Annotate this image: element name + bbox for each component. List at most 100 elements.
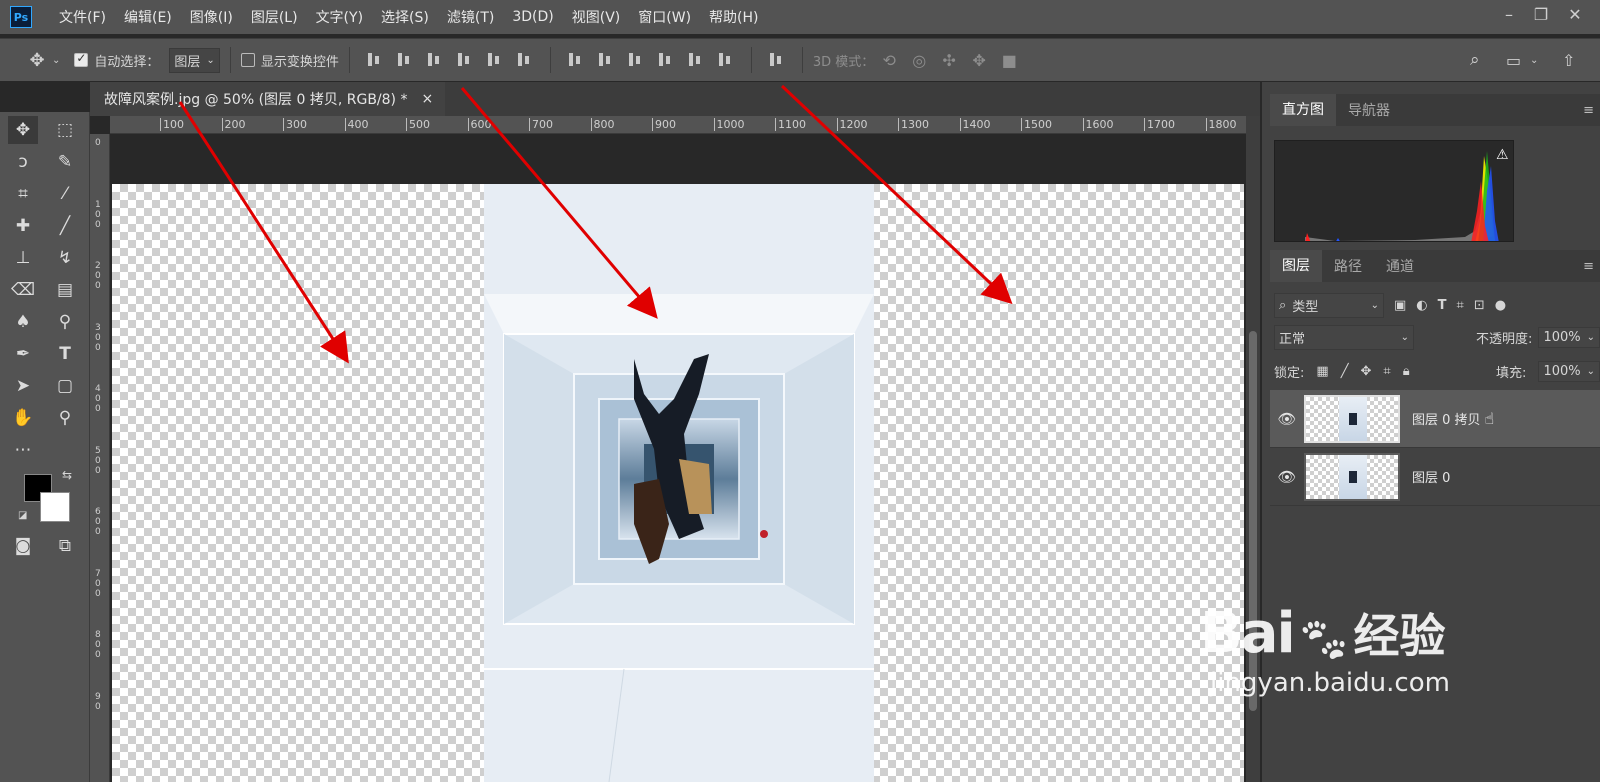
eye-icon[interactable]: 👁︎ [1270, 468, 1304, 486]
distribute-hcenter-icon[interactable] [685, 50, 707, 70]
lock-transparent-icon[interactable]: ▦ [1316, 364, 1328, 379]
path-select-tool-icon[interactable]: ➤ [8, 372, 38, 400]
swap-colors-icon[interactable]: ⇆ [62, 468, 72, 482]
auto-select-dropdown[interactable]: 图层 ⌄ [169, 47, 220, 73]
3d-roll-icon[interactable]: ◎ [904, 51, 934, 70]
3d-pan-icon[interactable]: ✣ [934, 51, 964, 70]
quick-mask-icon[interactable]: ◙ [8, 532, 38, 560]
gradient-tool-icon[interactable]: ▤ [50, 276, 80, 304]
move-tool-icon[interactable]: ✥ [8, 116, 38, 144]
close-tab-icon[interactable]: × [421, 91, 433, 107]
distribute-bottom-icon[interactable] [625, 50, 647, 70]
align-left-icon[interactable] [454, 50, 476, 70]
tab-paths[interactable]: 路径 [1322, 256, 1374, 276]
3d-orbit-icon[interactable]: ⟲ [874, 51, 904, 70]
distribute-right-icon[interactable] [715, 50, 737, 70]
menu-filter[interactable]: 滤镜(T) [438, 7, 503, 27]
align-right-icon[interactable] [514, 50, 536, 70]
filter-smart-object-icon[interactable]: ⊡ [1474, 298, 1485, 313]
history-brush-tool-icon[interactable]: ↯ [50, 244, 80, 272]
menu-edit[interactable]: 编辑(E) [115, 7, 181, 27]
shape-tool-icon[interactable]: ▢ [50, 372, 80, 400]
filter-type-icon[interactable]: T [1438, 298, 1447, 313]
align-bottom-icon[interactable] [424, 50, 446, 70]
auto-select-checkbox[interactable] [74, 51, 89, 67]
distribute-vcenter-icon[interactable] [595, 50, 617, 70]
menu-view[interactable]: 视图(V) [563, 7, 630, 27]
zoom-tool-icon[interactable]: ⚲ [50, 404, 80, 432]
quick-select-tool-icon[interactable]: ✎ [50, 148, 80, 176]
share-icon[interactable]: ⇧ [1562, 51, 1575, 70]
healing-brush-tool-icon[interactable]: ✚ [8, 212, 38, 240]
align-vcenter-icon[interactable] [394, 50, 416, 70]
lock-all-icon[interactable]: 🔒︎ [1403, 364, 1410, 379]
move-tool-icon[interactable]: ✥ [22, 50, 52, 71]
filter-pixel-icon[interactable]: ▣ [1394, 298, 1406, 313]
align-top-icon[interactable] [364, 50, 386, 70]
3d-scale-icon[interactable]: ■ [994, 51, 1024, 70]
more-tools-icon[interactable]: ⋯ [8, 436, 38, 464]
distribute-left-icon[interactable] [655, 50, 677, 70]
eyedropper-tool-icon[interactable]: ⁄ [50, 180, 80, 208]
chevron-down-icon[interactable]: ⌄ [52, 55, 60, 66]
document-photo[interactable] [484, 184, 874, 782]
restore-icon[interactable]: ❐ [1528, 4, 1554, 26]
document-tab[interactable]: 故障风案例.jpg @ 50% (图层 0 拷贝, RGB/8) * × [90, 82, 445, 116]
marquee-tool-icon[interactable]: ⬚ [50, 116, 80, 144]
blend-mode-dropdown[interactable]: 正常 ⌄ [1274, 324, 1414, 350]
crop-tool-icon[interactable]: ⌗ [8, 180, 38, 208]
panel-menu-icon[interactable]: ≡ [1583, 259, 1594, 274]
menu-help[interactable]: 帮助(H) [700, 7, 767, 27]
panel-menu-icon[interactable]: ≡ [1583, 103, 1594, 118]
opacity-field[interactable]: 100% ⌄ [1538, 326, 1600, 348]
filter-adjustment-icon[interactable]: ◐ [1416, 298, 1427, 313]
menu-image[interactable]: 图像(I) [181, 7, 242, 27]
auto-align-icon[interactable] [766, 50, 788, 70]
warning-icon[interactable]: ⚠ [1496, 147, 1509, 163]
filter-toggle-icon[interactable]: ● [1495, 298, 1506, 313]
pen-tool-icon[interactable]: ✒ [8, 340, 38, 368]
canvas-workspace[interactable] [110, 134, 1246, 782]
tab-navigator[interactable]: 导航器 [1336, 100, 1402, 120]
canvas-transparent-area[interactable] [112, 184, 1244, 782]
eraser-tool-icon[interactable]: ⌫ [8, 276, 38, 304]
lock-paint-icon[interactable]: ╱ [1341, 364, 1349, 379]
menu-3d[interactable]: 3D(D) [503, 9, 562, 25]
3d-slide-icon[interactable]: ✥ [964, 51, 994, 70]
menu-file[interactable]: 文件(F) [50, 7, 115, 27]
screen-mode-icon[interactable]: ⧉ [50, 532, 80, 560]
tab-layers[interactable]: 图层 [1270, 250, 1322, 282]
show-transform-checkbox[interactable] [240, 53, 255, 67]
dodge-tool-icon[interactable]: ⚲ [50, 308, 80, 336]
menu-type[interactable]: 文字(Y) [307, 7, 372, 27]
brush-tool-icon[interactable]: ╱ [50, 212, 80, 240]
layer-filter-dropdown[interactable]: ⌕ 类型 ⌄ [1274, 292, 1384, 318]
stamp-tool-icon[interactable]: ⊥ [8, 244, 38, 272]
background-color-swatch[interactable] [40, 492, 70, 522]
fill-field[interactable]: 100% ⌄ [1538, 360, 1600, 382]
menu-layer[interactable]: 图层(L) [242, 7, 307, 27]
chevron-down-icon[interactable]: ⌄ [1530, 55, 1538, 66]
minimize-icon[interactable]: – [1496, 4, 1522, 26]
tab-channels[interactable]: 通道 [1374, 256, 1426, 276]
blur-tool-icon[interactable]: ♠ [8, 308, 38, 336]
histogram-curve [1305, 151, 1499, 241]
align-hcenter-icon[interactable] [484, 50, 506, 70]
lasso-tool-icon[interactable]: ↄ [8, 148, 38, 176]
close-window-icon[interactable]: ✕ [1562, 4, 1588, 26]
menu-window[interactable]: 窗口(W) [629, 7, 700, 27]
eye-icon[interactable]: 👁︎ [1270, 410, 1304, 428]
layer-row[interactable]: 👁︎ 图层 0 [1270, 448, 1600, 506]
hand-tool-icon[interactable]: ✋ [8, 404, 38, 432]
filter-shape-icon[interactable]: ⌗ [1457, 298, 1464, 313]
menu-select[interactable]: 选择(S) [372, 7, 438, 27]
default-colors-icon[interactable]: ◪ [18, 510, 27, 521]
tab-histogram[interactable]: 直方图 [1270, 94, 1336, 126]
lock-artboard-icon[interactable]: ⌗ [1383, 364, 1390, 379]
type-tool-icon[interactable]: T [50, 340, 80, 368]
distribute-top-icon[interactable] [565, 50, 587, 70]
layer-row-selected[interactable]: 👁︎ 图层 0 拷贝 ☝︎ [1270, 390, 1600, 448]
search-icon[interactable]: ⌕ [1470, 50, 1480, 70]
workspace-icon[interactable]: ▭ [1506, 51, 1521, 70]
lock-position-icon[interactable]: ✥ [1361, 364, 1372, 379]
